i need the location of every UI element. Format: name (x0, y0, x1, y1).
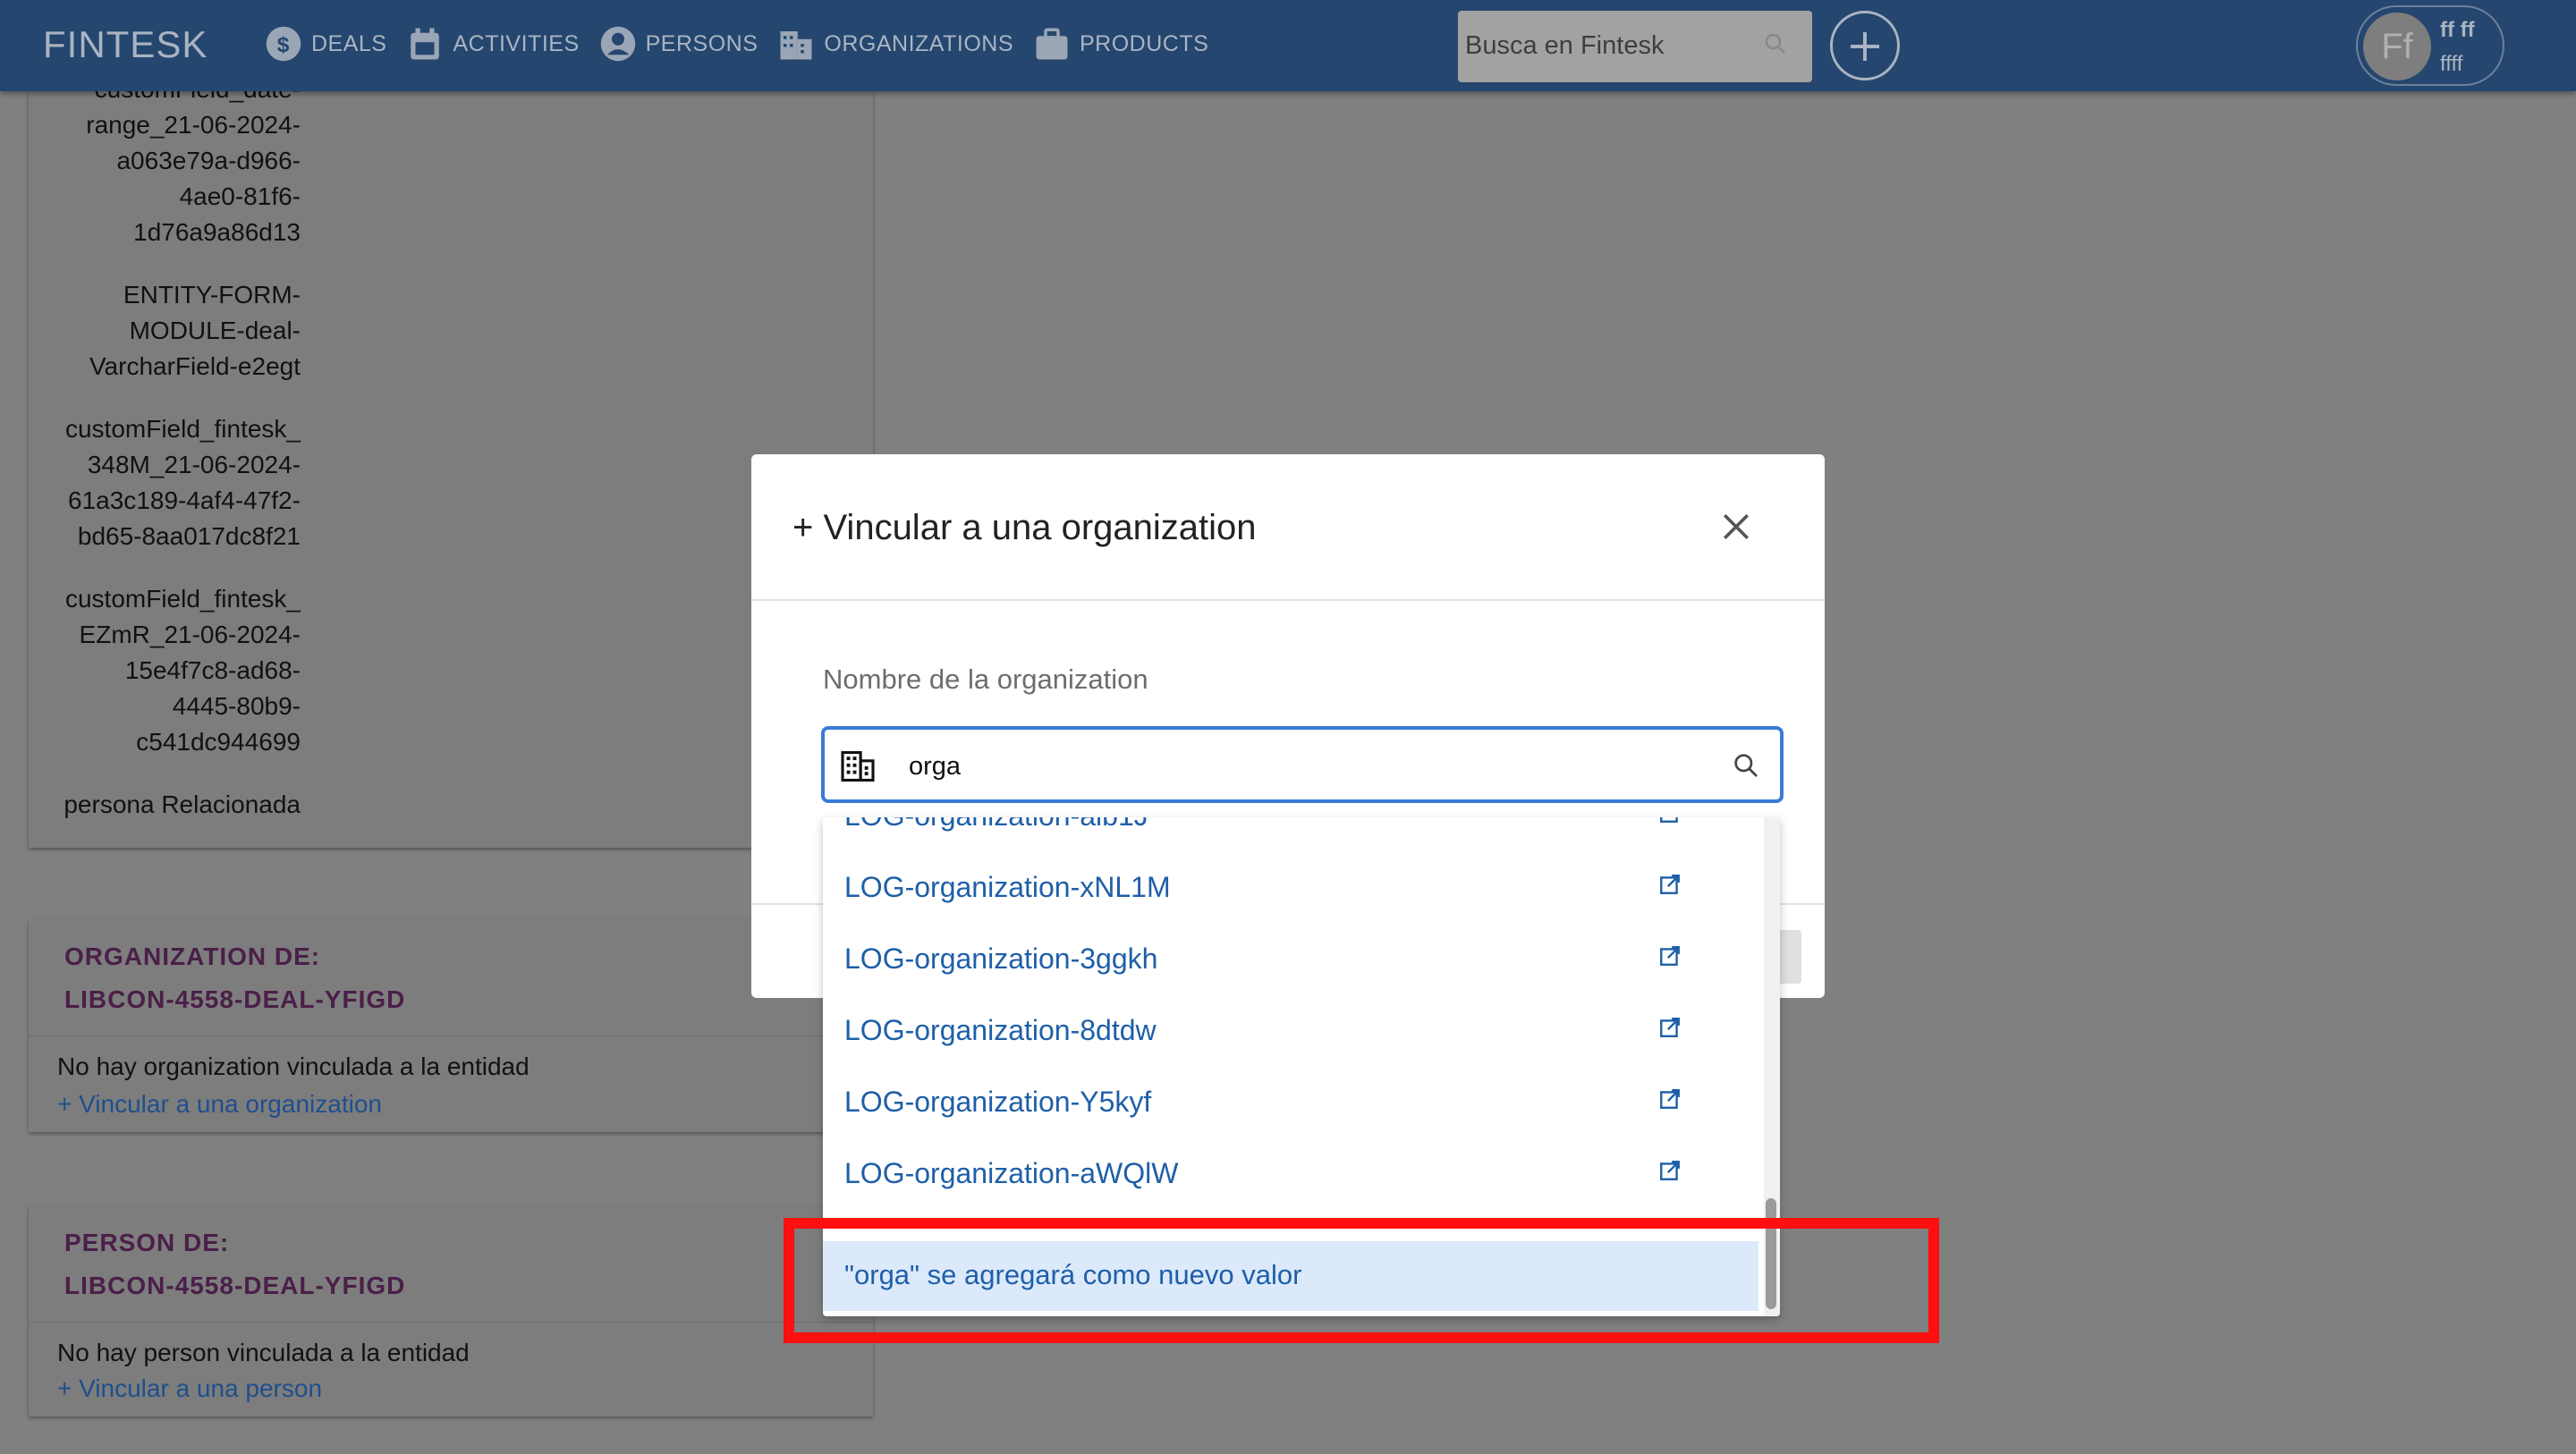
top-bar: FINTESK $ DEALS ACTIVITIES PERSONS ORGAN… (0, 0, 2576, 91)
field-text: 61a3c189-4af4-47f2- (68, 486, 301, 514)
option-item[interactable]: LOG-organization-alb1J (823, 817, 1758, 853)
calendar-icon (411, 28, 440, 60)
user-name: ff ff (2440, 18, 2475, 42)
building-icon (841, 751, 875, 782)
nav-activities[interactable]: ACTIVITIES (406, 25, 579, 63)
modal-header: + Vincular a una organization (751, 454, 1825, 601)
field-text: range_21-06-2024- (86, 111, 301, 139)
section-subtitle: LIBCON-4558-DEAL-YFIGD (64, 985, 406, 1013)
link-person-link[interactable]: + Vincular a una person (57, 1374, 322, 1403)
nav-organizations-label: ORGANIZATIONS (824, 30, 1013, 56)
external-link-icon[interactable] (1658, 817, 1682, 824)
field-item: customField_fintesk_ EZmR_21-06-2024- 15… (29, 581, 301, 760)
options-list-inner: LOG-organization-alb1J LOG-organization-… (823, 817, 1758, 1211)
field-item: persona Relacionada (29, 787, 301, 823)
option-label: LOG-organization-alb1J (844, 817, 1148, 833)
dollar-icon: $ (266, 26, 301, 62)
field-text: EZmR_21-06-2024- (79, 621, 301, 648)
nav-deals-label: DEALS (311, 30, 387, 56)
field-text: ENTITY-FORM- (123, 281, 301, 309)
user-subtitle: ffff (2440, 52, 2463, 76)
section-subtitle: LIBCON-4558-DEAL-YFIGD (64, 1272, 406, 1299)
field-text: 15e4f7c8-ad68- (124, 656, 301, 684)
section-header: ORGANIZATION DE: LIBCON-4558-DEAL-YFIGD (29, 919, 873, 1036)
nav-activities-label: ACTIVITIES (453, 30, 580, 56)
close-icon[interactable] (1721, 511, 1751, 542)
external-link-icon[interactable] (1658, 1159, 1682, 1182)
external-link-icon[interactable] (1658, 873, 1682, 896)
main-nav: $ DEALS ACTIVITIES PERSONS ORGANIZATIONS… (265, 25, 1228, 63)
empty-state-text: No hay person vinculada a la entidad (57, 1339, 470, 1366)
section-title: ORGANIZATION DE: (64, 943, 321, 970)
option-label: LOG-organization-xNL1M (844, 871, 1171, 903)
modal-title: + Vincular a una organization (792, 508, 1257, 547)
brand-logo[interactable]: FINTESK (43, 23, 208, 66)
global-search-input[interactable] (1463, 27, 1753, 64)
section-header: PERSON DE: LIBCON-4558-DEAL-YFIGD (29, 1205, 873, 1323)
person-section: PERSON DE: LIBCON-4558-DEAL-YFIGD No hay… (29, 1205, 873, 1416)
highlight-box (784, 1218, 1939, 1343)
field-text: bd65-8aa017dc8f21 (77, 522, 301, 550)
field-text: c541dc944699 (136, 728, 301, 756)
option-item[interactable]: LOG-organization-xNL1M (823, 853, 1758, 925)
svg-text:$: $ (277, 33, 291, 57)
external-link-icon[interactable] (1658, 1016, 1682, 1039)
add-button[interactable] (1830, 11, 1900, 80)
section-title: PERSON DE: (64, 1229, 230, 1256)
organization-search-field (821, 726, 1784, 803)
option-item[interactable]: LOG-organization-Y5kyf (823, 1068, 1758, 1139)
nav-persons[interactable]: PERSONS (599, 25, 758, 63)
briefcase-icon (1036, 28, 1068, 60)
field-item: customField_date- range_21-06-2024- a063… (29, 72, 301, 250)
option-label: LOG-organization-Y5kyf (844, 1086, 1152, 1118)
search-icon[interactable] (1732, 751, 1760, 780)
option-label: LOG-organization-8dtdw (844, 1014, 1157, 1046)
nav-persons-label: PERSONS (645, 30, 758, 56)
global-search (1458, 11, 1812, 82)
empty-state-text: No hay organization vinculada a la entid… (57, 1052, 530, 1080)
avatar: Ff (2363, 13, 2431, 80)
organization-section: ORGANIZATION DE: LIBCON-4558-DEAL-YFIGD … (29, 919, 873, 1132)
field-text: VarcharField-e2egt (89, 352, 301, 380)
option-label: LOG-organization-aWQlW (844, 1157, 1179, 1189)
field-text: a063e79a-d966- (116, 147, 301, 174)
external-link-icon[interactable] (1658, 944, 1682, 968)
option-item[interactable]: LOG-organization-3ggkh (823, 925, 1758, 996)
field-text: 348M_21-06-2024- (87, 451, 301, 478)
nav-products-label: PRODUCTS (1080, 30, 1209, 56)
field-text: customField_fintesk_ (64, 415, 301, 443)
organization-name-label: Nombre de la organization (823, 664, 1148, 695)
nav-organizations[interactable]: ORGANIZATIONS (777, 25, 1013, 63)
custom-fields-list: customField_date- range_21-06-2024- a063… (29, 72, 301, 850)
option-item[interactable]: LOG-organization-aWQlW (823, 1139, 1758, 1211)
option-item[interactable]: LOG-organization-8dtdw (823, 996, 1758, 1068)
field-text: 1d76a9a86d13 (133, 218, 301, 246)
option-label: LOG-organization-3ggkh (844, 943, 1158, 975)
field-item: customField_fintesk_ 348M_21-06-2024- 61… (29, 411, 301, 554)
organization-search-input[interactable] (907, 746, 1698, 787)
link-organization-link[interactable]: + Vincular a una organization (57, 1090, 382, 1119)
person-icon (600, 26, 635, 62)
building-icon (780, 31, 812, 60)
field-text: customField_fintesk_ (64, 585, 301, 613)
deal-fields-panel: customField_date- range_21-06-2024- a063… (29, 75, 873, 848)
field-item: ENTITY-FORM- MODULE-deal- VarcharField-e… (29, 277, 301, 385)
field-text: 4ae0-81f6- (179, 182, 301, 210)
nav-deals[interactable]: $ DEALS (265, 25, 386, 63)
search-icon[interactable] (1762, 30, 1789, 57)
user-menu[interactable]: Ff ff ff ffff (2356, 5, 2504, 86)
field-text: 4445-80b9- (172, 692, 301, 720)
nav-products[interactable]: PRODUCTS (1033, 25, 1208, 63)
field-text: persona Relacionada (64, 790, 301, 818)
field-text: MODULE-deal- (129, 317, 301, 344)
external-link-icon[interactable] (1658, 1087, 1682, 1111)
